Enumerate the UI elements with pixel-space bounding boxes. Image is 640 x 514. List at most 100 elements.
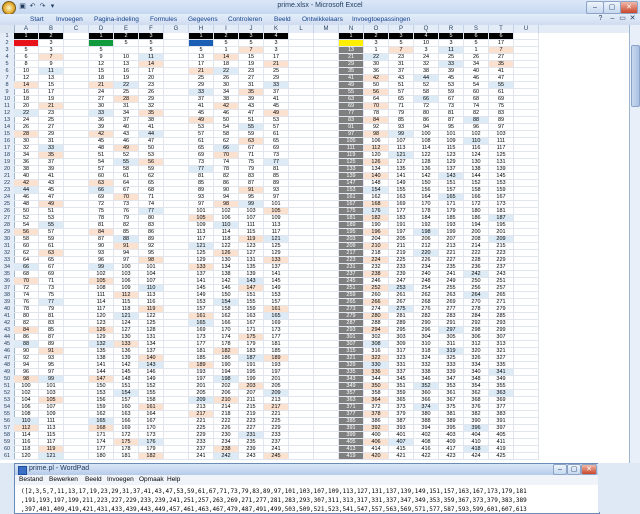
cell[interactable] (314, 250, 339, 257)
cell[interactable]: 110 (14, 418, 39, 425)
cell[interactable]: 17 (489, 40, 514, 47)
row-header[interactable]: 47 (0, 355, 15, 362)
cell[interactable]: 281 (389, 313, 414, 320)
cell[interactable] (314, 173, 339, 180)
cell[interactable] (514, 327, 539, 334)
cell[interactable]: 7 (389, 47, 414, 54)
cell[interactable]: 38 (414, 68, 439, 75)
cell[interactable]: 86 (214, 180, 239, 187)
cell[interactable]: 179 (239, 341, 264, 348)
cell[interactable]: 144 (464, 173, 489, 180)
cell[interactable]: 87 (89, 236, 114, 243)
cell[interactable]: 22 (14, 110, 39, 117)
cell[interactable]: 392 (364, 425, 389, 432)
cell[interactable]: 257 (489, 285, 514, 292)
cell[interactable] (64, 355, 89, 362)
cell[interactable] (514, 271, 539, 278)
cell[interactable] (289, 194, 314, 201)
cell[interactable]: 64 (14, 257, 39, 264)
cell[interactable]: 8 (14, 61, 39, 68)
cell[interactable]: 128 (414, 159, 439, 166)
cell[interactable]: 109 (39, 411, 64, 418)
cell[interactable]: 175 (239, 334, 264, 341)
cell[interactable]: 55 (489, 82, 514, 89)
cell[interactable]: 276 (414, 306, 439, 313)
cell[interactable]: 37 (114, 117, 139, 124)
cell[interactable]: 3 (414, 47, 439, 54)
cell[interactable]: 106 (364, 138, 389, 145)
cell[interactable]: 381 (439, 411, 464, 418)
cell[interactable]: 253 (389, 285, 414, 292)
cell[interactable] (514, 257, 539, 264)
cell[interactable] (289, 159, 314, 166)
cell[interactable]: 109 (264, 215, 289, 222)
cell[interactable] (514, 439, 539, 446)
cell[interactable] (164, 362, 189, 369)
cell[interactable]: 138 (89, 355, 114, 362)
cell[interactable]: 40 (114, 124, 139, 131)
cell[interactable]: 113 (39, 425, 64, 432)
cell[interactable] (164, 285, 189, 292)
cell[interactable]: 153 (89, 390, 114, 397)
cell[interactable] (314, 383, 339, 390)
cell[interactable]: 319 (439, 348, 464, 355)
cell[interactable]: 418 (464, 446, 489, 453)
cell[interactable]: 93 (389, 124, 414, 131)
cell[interactable]: 266 (364, 299, 389, 306)
cell[interactable]: 405 (489, 432, 514, 439)
cell[interactable]: 51 (39, 208, 64, 215)
cell[interactable] (314, 33, 339, 40)
row-header[interactable]: 2 (0, 40, 15, 47)
cell[interactable]: 218 (364, 250, 389, 257)
cell[interactable]: 239 (389, 271, 414, 278)
cell[interactable]: 35 (489, 61, 514, 68)
cell[interactable]: 173 (489, 201, 514, 208)
cell[interactable]: 112 (364, 145, 389, 152)
cell[interactable]: 3 (364, 40, 389, 47)
cell[interactable]: 93 (189, 194, 214, 201)
cell[interactable] (164, 152, 189, 159)
cell[interactable]: 42 (364, 75, 389, 82)
cell[interactable]: 50 (139, 145, 164, 152)
cell[interactable]: 162 (364, 194, 389, 201)
cell[interactable] (514, 285, 539, 292)
cell[interactable]: 207 (439, 236, 464, 243)
cell[interactable] (289, 404, 314, 411)
cell[interactable]: 279 (489, 306, 514, 313)
cell[interactable]: 10 (414, 40, 439, 47)
cell[interactable] (64, 117, 89, 124)
cell[interactable] (289, 425, 314, 432)
cell[interactable]: 56 (139, 159, 164, 166)
cell[interactable]: 137 (189, 271, 214, 278)
cell[interactable] (64, 341, 89, 348)
cell[interactable]: 293 (489, 320, 514, 327)
cell[interactable] (289, 299, 314, 306)
cell[interactable]: 26 (464, 54, 489, 61)
cell[interactable]: 169 (264, 320, 289, 327)
cell[interactable]: 222 (464, 250, 489, 257)
cell[interactable]: 113 (264, 222, 289, 229)
cell[interactable] (289, 411, 314, 418)
help-icon[interactable]: ? (596, 14, 605, 23)
cell[interactable]: 30 (364, 61, 389, 68)
cell[interactable]: 1 (339, 33, 364, 40)
cell[interactable]: 90 (14, 348, 39, 355)
cell[interactable] (514, 306, 539, 313)
cell[interactable]: 404 (464, 432, 489, 439)
cell[interactable]: 52 (414, 82, 439, 89)
cell[interactable] (514, 313, 539, 320)
cell[interactable]: 229 (264, 425, 289, 432)
cell[interactable] (289, 215, 314, 222)
cell[interactable] (514, 47, 539, 54)
cell[interactable] (289, 131, 314, 138)
cell[interactable]: 31 (239, 82, 264, 89)
cell[interactable] (289, 173, 314, 180)
cell[interactable] (289, 236, 314, 243)
cell[interactable]: 91 (239, 187, 264, 194)
column-header[interactable]: H (189, 25, 214, 33)
cell[interactable]: 157 (189, 306, 214, 313)
cell[interactable]: 131 (489, 159, 514, 166)
cell[interactable]: 218 (214, 411, 239, 418)
cell[interactable]: 153 (189, 299, 214, 306)
cell[interactable] (314, 215, 339, 222)
